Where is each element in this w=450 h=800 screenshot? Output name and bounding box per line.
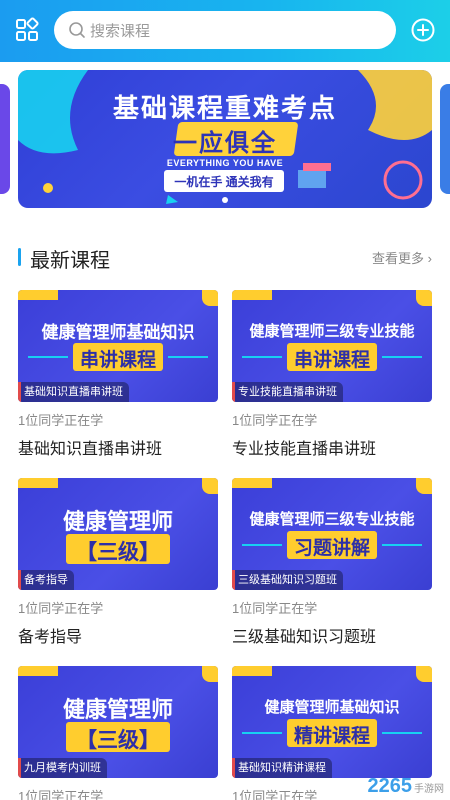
thumb-dash: [382, 544, 422, 546]
learner-count: 1位同学正在学: [18, 413, 104, 428]
top-bar: 搜索课程: [0, 0, 450, 62]
course-thumbnail[interactable]: 健康管理师三级专业技能 习题讲解 三级基础知识习题班: [232, 478, 432, 590]
see-more-label: 查看更多: [372, 251, 425, 266]
thumb-subtitle: 精讲课程: [293, 726, 370, 747]
thumb-subtitle: 串讲课程: [79, 350, 156, 371]
course-thumbnail[interactable]: 健康管理师基础知识 串讲课程 基础知识直播串讲班: [18, 290, 218, 402]
carousel-dot[interactable]: [222, 197, 228, 203]
thumb-corner: [232, 478, 272, 488]
course-card[interactable]: 健康管理师 【三级】 备考指导 1位同学正在学 备考指导: [18, 478, 218, 647]
thumb-corner: [232, 290, 272, 300]
course-thumbnail[interactable]: 健康管理师 【三级】 备考指导: [18, 478, 218, 590]
course-title[interactable]: 基础知识直播串讲班: [18, 435, 218, 459]
search-placeholder: 搜索课程: [90, 22, 151, 40]
thumb-corner: [202, 478, 218, 494]
course-title[interactable]: 三级基础知识习题班: [232, 623, 432, 647]
course-tag: 基础知识精讲课程: [232, 758, 332, 778]
thumb-subtitle: 习题讲解: [293, 538, 370, 559]
thumb-corner: [202, 666, 218, 682]
plus-circle-icon[interactable]: [410, 17, 436, 43]
thumb-corner: [232, 666, 272, 676]
search-icon: [69, 22, 85, 38]
thumb-title: 健康管理师三级专业技能: [249, 511, 415, 528]
search-input[interactable]: 搜索课程: [54, 11, 396, 49]
course-tag: 九月模考内训班: [18, 758, 107, 778]
banner-slide[interactable]: 基础课程重难考点 一应俱全 EVERYTHING YOU HAVE 一机在手 通…: [18, 70, 432, 208]
thumb-corner: [18, 666, 58, 676]
thumb-corner: [416, 478, 432, 494]
learner-count: 1位同学正在学: [232, 601, 318, 616]
thumb-title: 健康管理师: [62, 509, 173, 534]
thumb-corner: [416, 666, 432, 682]
thumb-corner: [416, 290, 432, 306]
thumb-title: 健康管理师基础知识: [41, 323, 195, 342]
thumb-dash: [382, 732, 422, 734]
section-title: 最新课程: [30, 250, 110, 272]
watermark-suffix: 手游网: [414, 784, 444, 795]
course-thumbnail[interactable]: 健康管理师 【三级】 九月模考内训班: [18, 666, 218, 778]
course-title[interactable]: 备考指导: [18, 623, 218, 647]
thumb-title: 健康管理师三级专业技能: [249, 323, 415, 340]
thumb-subtitle: 【三级】: [76, 729, 160, 752]
course-tag: 基础知识直播串讲班: [18, 382, 129, 402]
watermark-brand: 2265: [367, 775, 413, 797]
banner-subheadline: 一应俱全: [173, 130, 277, 157]
learner-count: 1位同学正在学: [18, 789, 104, 800]
banner-english: EVERYTHING YOU HAVE: [166, 158, 284, 168]
thumb-subtitle: 串讲课程: [293, 350, 370, 371]
course-card[interactable]: 健康管理师三级专业技能 串讲课程 专业技能直播串讲班 1位同学正在学 专业技能直…: [232, 290, 432, 459]
carousel-indicator: [18, 190, 432, 208]
banner-slogan: 一机在手 通关我有: [174, 175, 274, 189]
course-tag: 专业技能直播串讲班: [232, 382, 343, 402]
thumb-subtitle: 【三级】: [76, 541, 160, 564]
thumb-corner: [18, 290, 58, 300]
course-tag: 三级基础知识习题班: [232, 570, 343, 590]
thumb-dash: [382, 356, 422, 358]
thumb-dash: [168, 356, 208, 358]
chevron-right-icon: ›: [424, 251, 432, 266]
course-card[interactable]: 健康管理师三级专业技能 习题讲解 三级基础知识习题班 1位同学正在学 三级基础知…: [232, 478, 432, 647]
banner-next-peek[interactable]: [440, 84, 450, 194]
see-more-link[interactable]: 查看更多 ›: [372, 248, 432, 267]
learner-count: 1位同学正在学: [18, 601, 104, 616]
banner-headline: 基础课程重难考点: [112, 93, 337, 123]
course-card[interactable]: 健康管理师 【三级】 九月模考内训班 1位同学正在学: [18, 666, 218, 800]
banner-carousel[interactable]: 基础课程重难考点 一应俱全 EVERYTHING YOU HAVE 一机在手 通…: [0, 70, 450, 210]
thumb-corner: [202, 290, 218, 306]
thumb-title: 健康管理师基础知识: [264, 699, 400, 716]
learner-count: 1位同学正在学: [232, 413, 318, 428]
course-card[interactable]: 健康管理师基础知识 串讲课程 基础知识直播串讲班 1位同学正在学 基础知识直播串…: [18, 290, 218, 459]
apps-grid-icon[interactable]: [14, 17, 40, 43]
course-thumbnail[interactable]: 健康管理师基础知识 精讲课程 基础知识精讲课程: [232, 666, 432, 778]
watermark-logo: 2265 手游网: [368, 775, 445, 798]
course-thumbnail[interactable]: 健康管理师三级专业技能 串讲课程 专业技能直播串讲班: [232, 290, 432, 402]
section-accent-bar: [18, 248, 21, 266]
banner-prev-peek[interactable]: [0, 84, 10, 194]
latest-courses-header: 最新课程 查看更多 ›: [18, 244, 432, 272]
thumb-corner: [18, 478, 58, 488]
course-title[interactable]: 专业技能直播串讲班: [232, 435, 432, 459]
course-tag: 备考指导: [18, 570, 74, 590]
thumb-title: 健康管理师: [62, 697, 173, 722]
